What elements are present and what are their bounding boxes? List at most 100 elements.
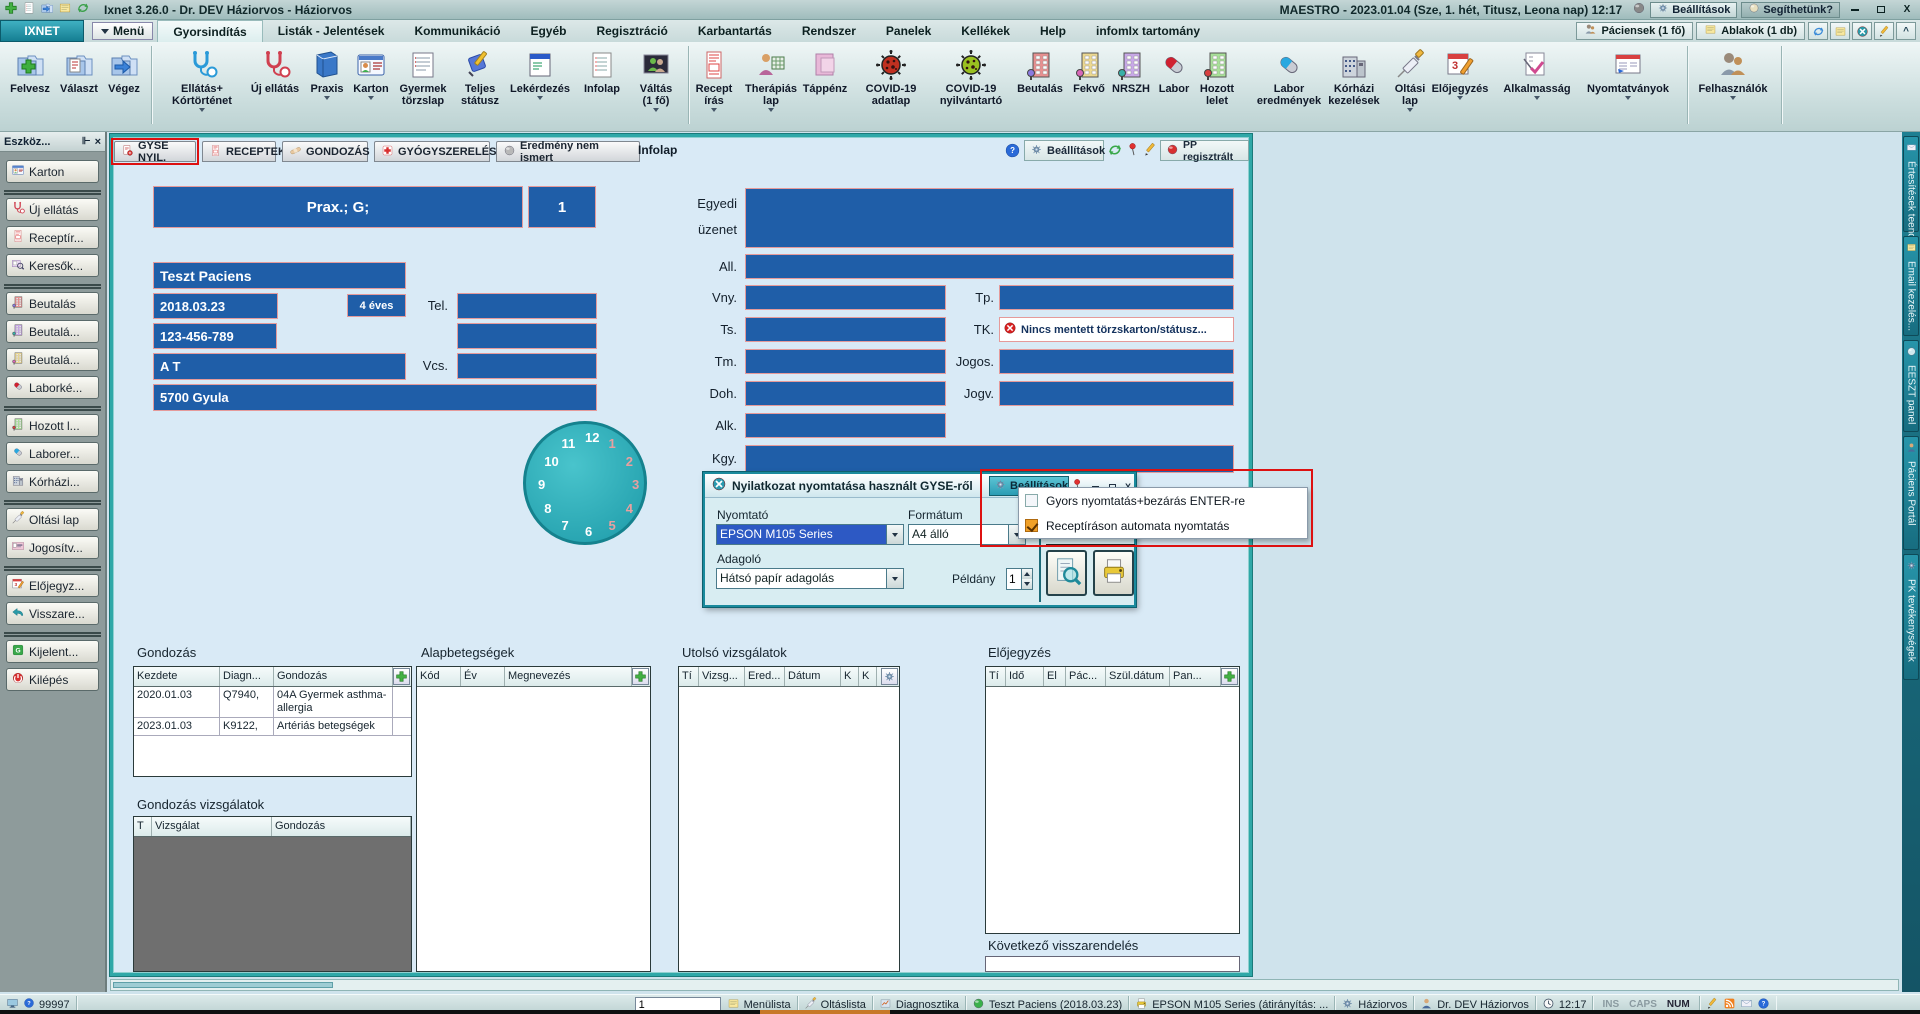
sidebar-btn-jogosítv[interactable]: Jogosítv...: [6, 536, 99, 559]
praxis-count-field[interactable]: 1: [528, 186, 596, 228]
panel-settings-button[interactable]: Beállítások: [1024, 140, 1104, 161]
step-down[interactable]: [1022, 579, 1032, 589]
tab-gyógyszerelés[interactable]: GYÓGYSZERELÉS: [374, 141, 490, 162]
tk-warning-field[interactable]: Nincs mentett törzskarton/státusz...: [999, 317, 1234, 342]
column-header[interactable]: Gondozás: [272, 817, 411, 836]
ribbon-btn-praxis[interactable]: Praxis: [303, 45, 351, 127]
ribbon-btn-kórházi-kezelések[interactable]: Kórházikezelések: [1320, 45, 1388, 127]
step-up[interactable]: [1022, 569, 1032, 579]
windows-button[interactable]: Ablakok (1 db): [1696, 22, 1805, 40]
table-row[interactable]: 2023.01.03K9122,Artériás betegségek: [134, 718, 411, 736]
plus-green-icon[interactable]: [4, 1, 18, 18]
pencil-icon[interactable]: [1874, 22, 1894, 40]
egyedi-uzenet-field[interactable]: [745, 188, 1234, 248]
menu-item-panelek[interactable]: Panelek: [871, 20, 946, 42]
column-header[interactable]: Megnevezés: [505, 667, 632, 686]
restore-button[interactable]: [1870, 3, 1892, 17]
ribbon-btn-hozott-lelet[interactable]: Hozottlelet: [1193, 45, 1241, 127]
doh-field[interactable]: [745, 381, 946, 406]
pencil-icon[interactable]: [1143, 142, 1158, 162]
chevron-down-icon[interactable]: [886, 569, 903, 588]
column-header[interactable]: Dátum: [785, 667, 841, 686]
column-header[interactable]: Ered...: [745, 667, 785, 686]
menu-item-egyéb[interactable]: Egyéb: [515, 20, 581, 42]
dock-tab-pk-tevékenységek[interactable]: PK tevékenységek: [1903, 554, 1919, 680]
horizontal-scrollbar[interactable]: [110, 979, 1899, 991]
menu-item-help[interactable]: Help: [1025, 20, 1081, 42]
refresh-icon[interactable]: [76, 1, 90, 18]
dock-tab-email-kezelés[interactable]: Email kezelés...: [1903, 236, 1919, 336]
dock-tab-eeszt-panel[interactable]: EESZT panel: [1903, 340, 1919, 432]
patient-name-field[interactable]: Teszt Paciens: [153, 262, 406, 289]
column-header[interactable]: Év: [461, 667, 505, 686]
column-header[interactable]: El: [1044, 667, 1066, 686]
print-button[interactable]: [1093, 550, 1134, 596]
ribbon-btn-karton[interactable]: Karton: [346, 45, 396, 127]
ixnet-button[interactable]: IXNET: [0, 20, 84, 42]
ribbon-btn-nyomtatványok[interactable]: Nyomtatványok: [1578, 45, 1678, 127]
jogos-field[interactable]: [999, 349, 1234, 374]
menu-item-karbantartás[interactable]: Karbantartás: [683, 20, 787, 42]
initials-field[interactable]: A T: [153, 353, 406, 380]
folder-go-icon[interactable]: [40, 1, 54, 18]
tab-eredmény-nem-ismert[interactable]: Eredmény nem ismert: [496, 141, 640, 162]
titlebar-settings-button[interactable]: Beállítások: [1650, 2, 1737, 18]
sidebar-btn-kilépés[interactable]: Kilépés: [6, 668, 99, 691]
sidebar-btn-oltási-lap[interactable]: Oltási lap: [6, 508, 99, 531]
sidebar-btn-laborer[interactable]: Laborer...: [6, 442, 99, 465]
sidebar-btn-visszare[interactable]: Visszare...: [6, 602, 99, 625]
print-preview-button[interactable]: [1046, 550, 1087, 596]
tp-field[interactable]: [999, 285, 1234, 310]
menu-item-kommunikáció[interactable]: Kommunikáció: [399, 20, 515, 42]
ribbon-btn-felvesz[interactable]: Felvesz: [4, 45, 56, 127]
sidebar-btn-új-ellátás[interactable]: Új ellátás: [6, 198, 99, 221]
xcircle-icon[interactable]: [1852, 22, 1872, 40]
help-icon[interactable]: ?: [1004, 142, 1021, 164]
column-header[interactable]: Vizsgálat: [152, 817, 272, 836]
column-header[interactable]: Idő: [1006, 667, 1044, 686]
tab-receptek[interactable]: RECEPTEK: [202, 141, 276, 162]
column-header[interactable]: Kezdete: [134, 667, 220, 686]
menu-item-kellékek[interactable]: Kellékek: [946, 20, 1025, 42]
next-recall-field[interactable]: [985, 956, 1240, 972]
ribbon-btn-recept-írás[interactable]: Receptírás: [688, 45, 740, 127]
menu-item-gyorsindítás[interactable]: Gyorsindítás: [157, 20, 262, 42]
ribbon-btn-új-ellátás[interactable]: Új ellátás: [242, 45, 308, 127]
column-header[interactable]: Pác...: [1066, 667, 1106, 686]
minimize-button[interactable]: [1844, 3, 1866, 17]
dock-tab-páciens-portál[interactable]: Páciens Portál: [1903, 436, 1919, 550]
refresh-icon[interactable]: [1808, 22, 1828, 40]
add-row-button[interactable]: [632, 668, 649, 685]
column-header[interactable]: Vizsg...: [699, 667, 745, 686]
sidebar-btn-laborké[interactable]: Laborké...: [6, 376, 99, 399]
tel-field-2[interactable]: [457, 323, 597, 349]
close-icon[interactable]: ×: [95, 136, 101, 148]
menu-item-infomix-tartomány[interactable]: infomIx tartomány: [1081, 20, 1215, 42]
sidebar-btn-beutalás[interactable]: Beutalás: [6, 292, 99, 315]
column-header[interactable]: Szül.dátum: [1106, 667, 1170, 686]
ribbon-btn-nrszh[interactable]: NRSZH: [1106, 45, 1156, 127]
ribbon-btn-teljes-státusz[interactable]: Teljesstátusz: [454, 45, 506, 127]
ribbon-btn-ellátás-kórtörténet[interactable]: Ellátás+Kórtörténet: [156, 45, 248, 127]
column-header[interactable]: Gondozás: [274, 667, 393, 686]
column-header[interactable]: K: [859, 667, 877, 686]
sidebar-btn-beutalá[interactable]: Beutalá...: [6, 348, 99, 371]
tab-infolap-active[interactable]: Infolap: [638, 143, 677, 157]
jogv-field[interactable]: [999, 381, 1234, 406]
ribbon-btn-gyermek-törzslap[interactable]: Gyermektörzslap: [393, 45, 453, 127]
menu-item-rendszer[interactable]: Rendszer: [787, 20, 871, 42]
ribbon-btn-labor-eredmények[interactable]: Laboreredmények: [1247, 45, 1331, 127]
add-row-button[interactable]: [1221, 668, 1238, 685]
praxis-field[interactable]: Prax.; G;: [153, 186, 523, 228]
ts-field[interactable]: [745, 317, 946, 342]
tab-gondozás[interactable]: GONDOZÁS: [282, 141, 368, 162]
sidebar-btn-előjegyz[interactable]: 3Előjegyz...: [6, 574, 99, 597]
ribbon-btn-beutalás[interactable]: Beutalás: [1011, 45, 1069, 127]
titlebar-help-button[interactable]: Segíthetünk?: [1741, 2, 1840, 18]
titlebar-icons[interactable]: [0, 1, 90, 18]
sidebar-btn-kórházi[interactable]: Kórházi...: [6, 470, 99, 493]
alk-field[interactable]: [745, 413, 946, 438]
menu-dropdown-button[interactable]: Menü: [92, 22, 153, 40]
ribbon-btn-végez[interactable]: Végez: [101, 45, 147, 127]
column-header[interactable]: Tí: [986, 667, 1006, 686]
